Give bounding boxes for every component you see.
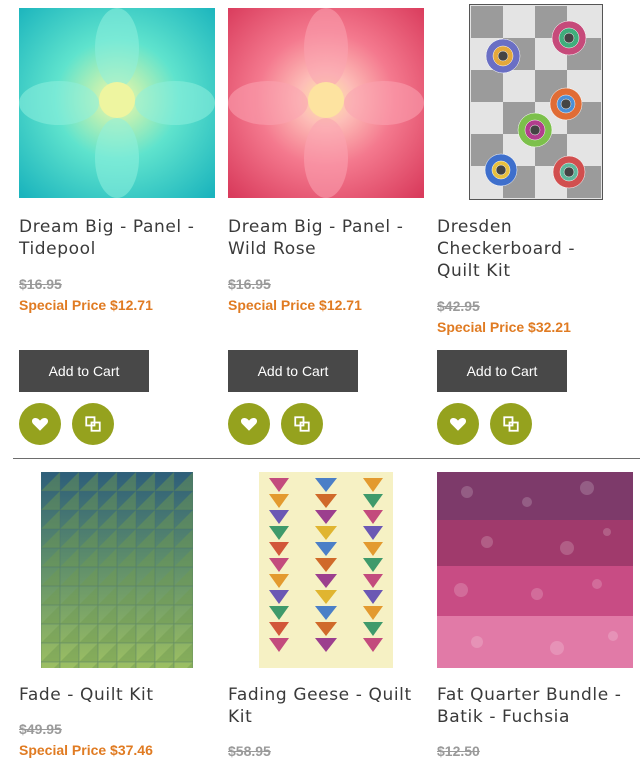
add-to-cart-button[interactable]: Add to Cart	[437, 350, 567, 392]
product-image-dresden[interactable]	[469, 4, 603, 200]
old-price: $16.95	[19, 276, 62, 292]
old-price: $12.50	[437, 743, 480, 759]
compare-icon	[294, 416, 310, 432]
add-to-wishlist-button[interactable]	[228, 403, 270, 445]
product-title[interactable]: Fat Quarter Bundle - Batik - Fuchsia	[437, 684, 637, 728]
product-title[interactable]: Fade - Quilt Kit	[19, 684, 219, 706]
heart-icon	[449, 418, 467, 431]
old-price: $58.95	[228, 743, 271, 759]
add-to-compare-button[interactable]	[72, 403, 114, 445]
compare-icon	[85, 416, 101, 432]
product-title[interactable]: Dream Big - Panel - Wild Rose	[228, 216, 428, 260]
row-divider	[13, 458, 640, 459]
special-price: Special Price $12.71	[228, 297, 362, 313]
special-price: Special Price $32.21	[437, 319, 571, 335]
old-price: $16.95	[228, 276, 271, 292]
product-title[interactable]: Fading Geese - Quilt Kit	[228, 684, 428, 728]
old-price: $42.95	[437, 298, 480, 314]
add-to-wishlist-button[interactable]	[19, 403, 61, 445]
special-price: Special Price $12.71	[19, 297, 153, 313]
compare-icon	[503, 416, 519, 432]
product-image-fat-quarter[interactable]	[437, 472, 633, 668]
old-price: $49.95	[19, 721, 62, 737]
add-to-wishlist-button[interactable]	[437, 403, 479, 445]
add-to-cart-button[interactable]: Add to Cart	[19, 350, 149, 392]
product-image-tidepool[interactable]	[19, 8, 215, 198]
product-image-fading-geese[interactable]	[259, 472, 393, 668]
add-to-cart-button[interactable]: Add to Cart	[228, 350, 358, 392]
product-image-fade[interactable]	[41, 472, 193, 668]
add-to-compare-button[interactable]	[281, 403, 323, 445]
heart-icon	[31, 418, 49, 431]
product-image-wild-rose[interactable]	[228, 8, 424, 198]
product-title[interactable]: Dresden Checkerboard - Quilt Kit	[437, 216, 607, 282]
special-price: Special Price $37.46	[19, 742, 153, 758]
product-title[interactable]: Dream Big - Panel - Tidepool	[19, 216, 219, 260]
heart-icon	[240, 418, 258, 431]
add-to-compare-button[interactable]	[490, 403, 532, 445]
